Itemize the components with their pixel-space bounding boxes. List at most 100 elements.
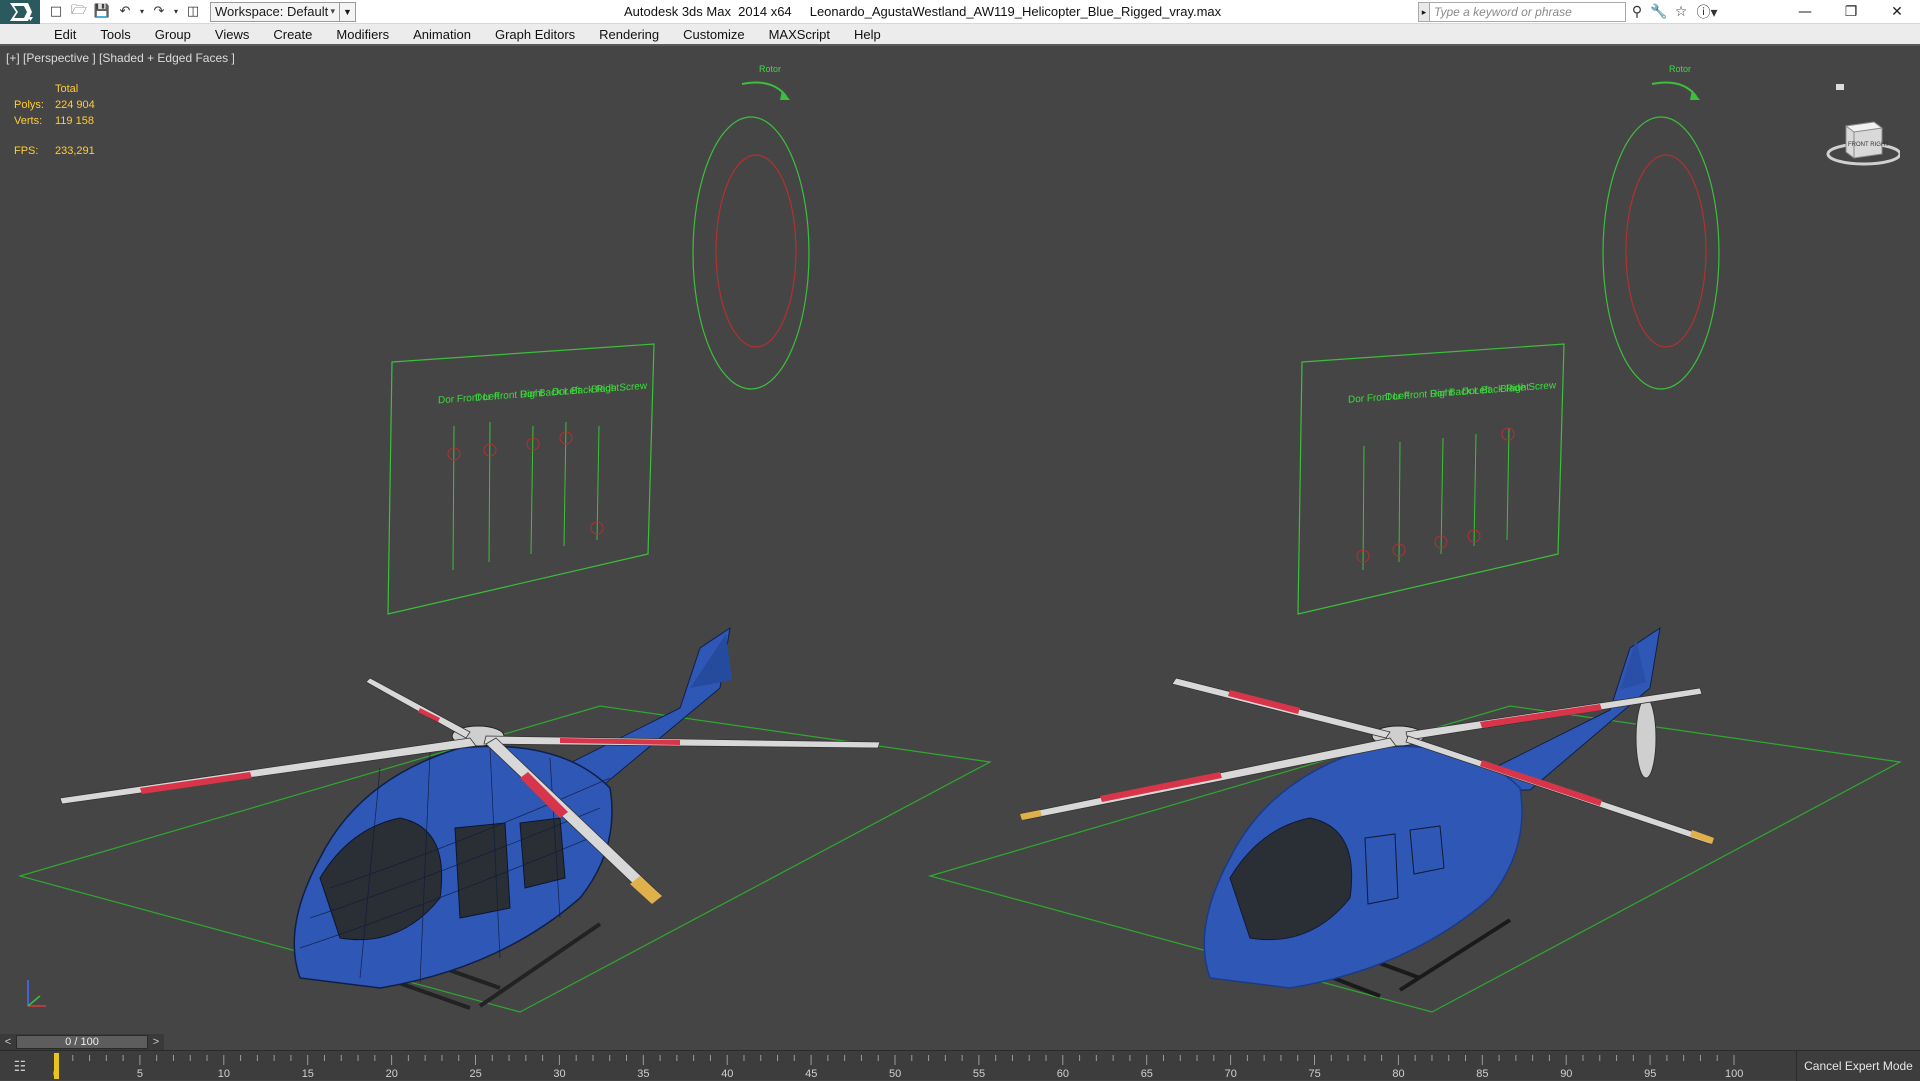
close-icon[interactable]: ✕	[1874, 0, 1920, 24]
ruler-label: 45	[805, 1068, 817, 1080]
search-input[interactable]	[1430, 2, 1626, 22]
open-folder-icon[interactable]: 🗁	[69, 2, 89, 22]
menu-group[interactable]: Group	[155, 27, 191, 42]
help-icon[interactable]: ⓘ▾	[1692, 2, 1722, 22]
menu-tools[interactable]: Tools	[100, 27, 130, 42]
quick-access-customize-button[interactable]: ▼	[340, 1, 356, 22]
viewcube-text: FRONT RIGHT	[1848, 142, 1889, 148]
time-slider-track[interactable]	[164, 1034, 1920, 1050]
search-expand-icon[interactable]: ▸	[1418, 2, 1430, 22]
redo-icon[interactable]: ↷	[149, 2, 169, 22]
ruler-label: 60	[1057, 1068, 1069, 1080]
new-file-icon[interactable]: □	[46, 2, 66, 22]
ruler-label: 100	[1725, 1068, 1743, 1080]
project-folder-icon[interactable]: ◫	[183, 2, 203, 22]
current-frame-marker[interactable]	[54, 1053, 59, 1079]
menu-bar: Edit Tools Group Views Create Modifiers …	[0, 24, 1920, 46]
menu-animation[interactable]: Animation	[413, 27, 471, 42]
ruler-label: 95	[1644, 1068, 1656, 1080]
menu-maxscript[interactable]: MAXScript	[769, 27, 830, 42]
ruler-label: 90	[1560, 1068, 1572, 1080]
ruler-label: 30	[553, 1068, 565, 1080]
ruler-label: 50	[889, 1068, 901, 1080]
menu-create[interactable]: Create	[273, 27, 312, 42]
favorites-star-icon[interactable]: ☆	[1670, 2, 1692, 22]
perspective-viewport[interactable]: Dor Front Left Dor Front Right Dor Back …	[0, 48, 1920, 1034]
menu-edit[interactable]: Edit	[54, 27, 76, 42]
redo-dropdown-icon[interactable]: ▾	[172, 2, 180, 22]
menu-views[interactable]: Views	[215, 27, 249, 42]
rig-label-left-4: Blade Screw	[591, 381, 648, 396]
verts-label: Verts:	[14, 115, 43, 127]
viewport-label[interactable]: [+] [Perspective ] [Shaded + Edged Faces…	[6, 51, 235, 65]
ruler-label: 85	[1476, 1068, 1488, 1080]
rotor-control-right[interactable]: Rotor	[1602, 64, 1720, 390]
time-slider-thumb[interactable]: 0 / 100	[16, 1035, 148, 1049]
ruler-label: 15	[302, 1068, 314, 1080]
menu-modifiers[interactable]: Modifiers	[336, 27, 389, 42]
viewport-scene: Dor Front Left Dor Front Right Dor Back …	[17, 64, 1902, 1013]
time-next-button[interactable]: >	[148, 1034, 164, 1050]
stats-verts-row: Verts: 119 158	[14, 113, 95, 129]
restore-icon[interactable]: ❐	[1828, 0, 1874, 24]
3ds-max-logo-icon	[10, 2, 33, 21]
frame-ruler[interactable]: 0510152025303540455055606570758085909510…	[52, 1051, 1744, 1081]
fps-label: FPS:	[14, 145, 39, 157]
menu-customize[interactable]: Customize	[683, 27, 744, 42]
menu-rendering[interactable]: Rendering	[599, 27, 659, 42]
viewcube[interactable]: FRONT RIGHT	[1820, 84, 1902, 174]
fps-value: 233,291	[55, 145, 95, 157]
ruler-label: 55	[973, 1068, 985, 1080]
viewport-statistics: Total Polys: 224 904 Verts: 119 158 FPS:…	[14, 81, 95, 159]
rig-label-right-4: Blade Screw	[1500, 380, 1557, 395]
ruler-label: 65	[1141, 1068, 1153, 1080]
stats-header: Total	[55, 83, 79, 95]
frame-display: 0 / 100	[65, 1036, 99, 1048]
undo-icon[interactable]: ↶	[115, 2, 135, 22]
minimize-icon[interactable]: —	[1782, 0, 1828, 24]
chevron-down-icon: ▾	[330, 5, 335, 16]
viewcube-home-icon	[1836, 84, 1844, 90]
undo-dropdown-icon[interactable]: ▾	[138, 2, 146, 22]
quick-access-toolbar: □ 🗁 💾 ↶ ▾ ↷ ▾ ◫ Workspace: Default ▾ ▼	[40, 0, 356, 24]
helicopter-shaded[interactable]	[1019, 626, 1714, 998]
stats-fps-row: FPS: 233,291	[14, 143, 95, 159]
ruler-label: 5	[137, 1068, 143, 1080]
rotor-label-right: Rotor	[1669, 64, 1691, 74]
stats-header-row: Total	[14, 81, 95, 97]
binoculars-icon[interactable]: ⚲	[1626, 2, 1648, 22]
ruler-label: 80	[1392, 1068, 1404, 1080]
time-prev-button[interactable]: <	[0, 1034, 16, 1050]
ruler-label: 20	[386, 1068, 398, 1080]
menu-help[interactable]: Help	[854, 27, 881, 42]
cancel-expert-mode-button[interactable]: Cancel Expert Mode	[1796, 1051, 1920, 1081]
axis-tripod	[20, 972, 60, 1012]
ruler-label: 75	[1309, 1068, 1321, 1080]
rotor-control-left[interactable]: Rotor	[692, 64, 810, 390]
workspace-select[interactable]: Workspace: Default ▾	[210, 1, 340, 22]
save-icon[interactable]: 💾	[92, 2, 112, 22]
time-slider: < 0 / 100 >	[0, 1034, 1920, 1050]
ruler-label: 40	[721, 1068, 733, 1080]
stats-polys-row: Polys: 224 904	[14, 97, 95, 113]
app-menu-button[interactable]	[0, 0, 40, 24]
infocenter: ▸ ⚲ 🔧 ☆ ⓘ▾	[1418, 2, 1722, 22]
stats-gap	[14, 129, 95, 143]
ruler-label: 35	[637, 1068, 649, 1080]
rotor-label-left: Rotor	[759, 64, 781, 74]
viewcube-icon: FRONT RIGHT	[1826, 84, 1902, 166]
track-bar: ☷ 05101520253035404550556065707580859095…	[0, 1050, 1920, 1081]
ruler-label: 25	[470, 1068, 482, 1080]
workspace-label: Workspace: Default	[215, 4, 329, 19]
polys-label: Polys:	[14, 99, 44, 111]
polys-value: 224 904	[55, 99, 95, 111]
ruler-label: 70	[1225, 1068, 1237, 1080]
verts-value: 119 158	[55, 115, 94, 127]
title-bar: □ 🗁 💾 ↶ ▾ ↷ ▾ ◫ Workspace: Default ▾ ▼ A…	[0, 0, 1920, 24]
menu-graph-editors[interactable]: Graph Editors	[495, 27, 575, 42]
communication-center-icon[interactable]: 🔧	[1648, 2, 1670, 22]
helicopter-wireframe[interactable]	[59, 626, 881, 1010]
key-mode-icon[interactable]: ☷	[6, 1057, 34, 1077]
ruler-label: 10	[218, 1068, 230, 1080]
window-title: Autodesk 3ds Max 2014 x64 Leonardo_Agust…	[624, 4, 1222, 19]
